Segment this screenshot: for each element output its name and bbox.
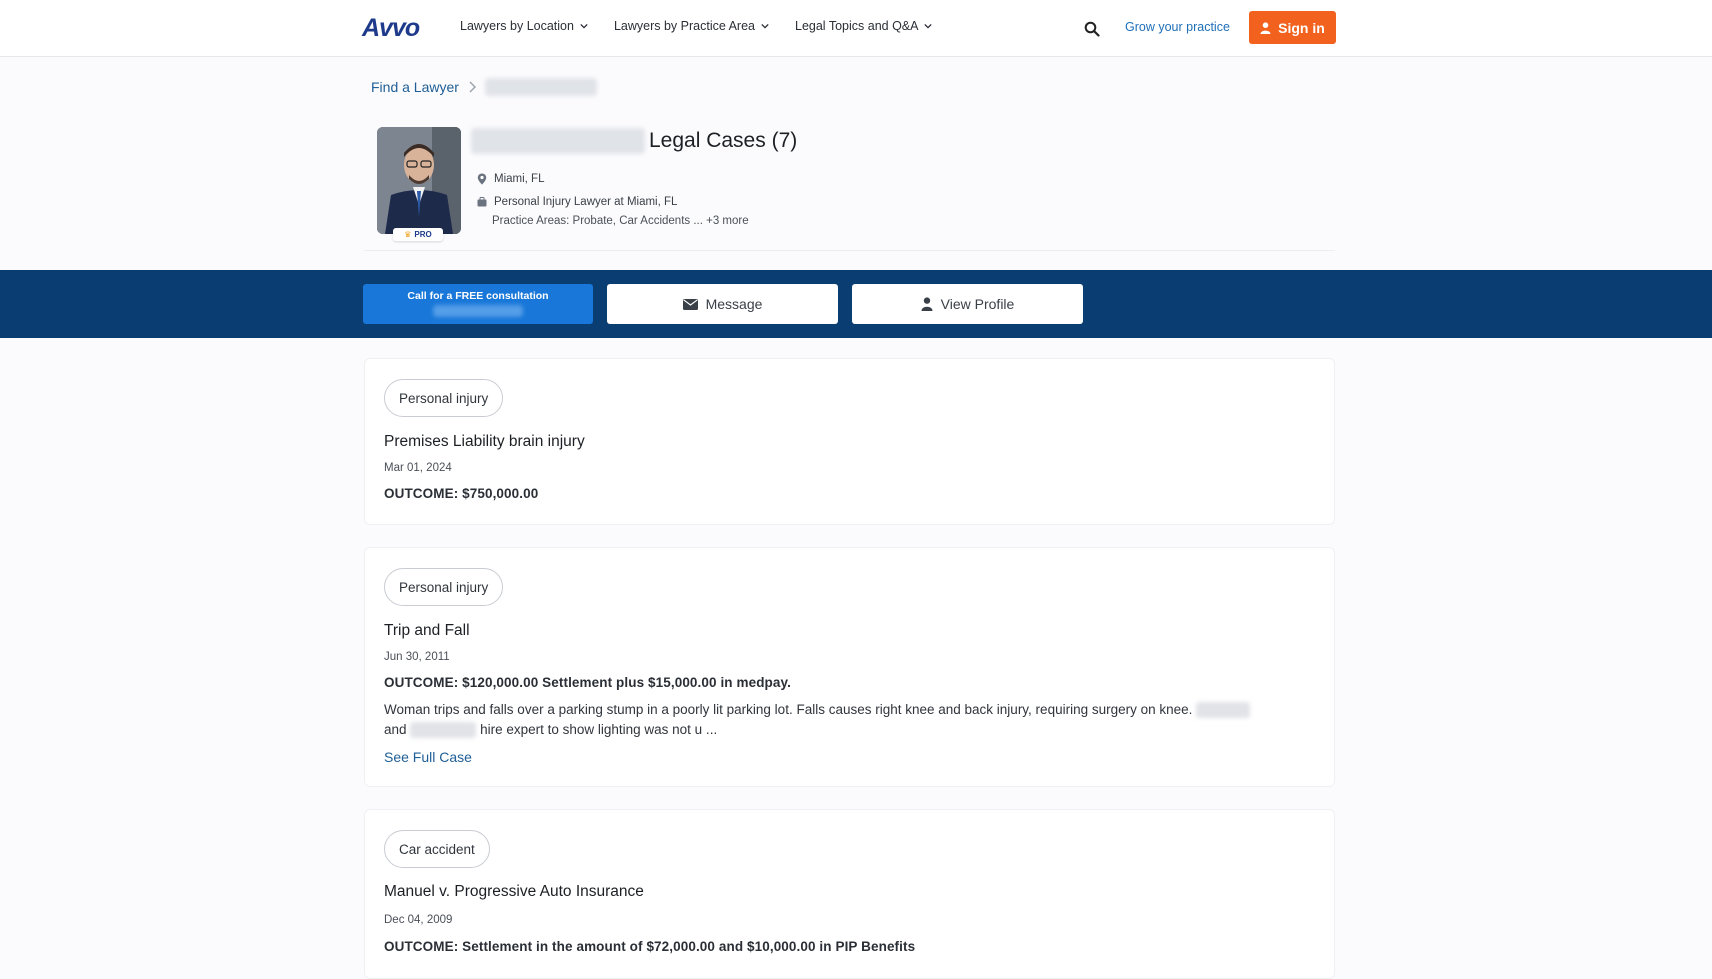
- menu-lawyers-by-location[interactable]: Lawyers by Location: [460, 19, 588, 33]
- view-profile-label: View Profile: [940, 296, 1015, 312]
- location-text: Miami, FL: [494, 173, 545, 185]
- chevron-right-icon: [469, 81, 476, 93]
- case-description-text: and: [384, 722, 407, 737]
- lawyer-profile-header: ♛ PRO Legal Cases (7) Miami, FL Personal…: [364, 111, 1335, 251]
- breadcrumb: Find a Lawyer: [371, 78, 597, 96]
- case-outcome: OUTCOME: $120,000.00 Settlement plus $15…: [384, 675, 791, 690]
- case-description-text: Woman trips and falls over a parking stu…: [384, 702, 1193, 717]
- case-title: Premises Liability brain injury: [384, 433, 585, 450]
- menu-label: Legal Topics and Q&A: [795, 19, 919, 33]
- sign-in-button[interactable]: Sign in: [1249, 11, 1336, 44]
- case-practice-tag: Car accident: [384, 830, 490, 868]
- chevron-down-icon: [580, 23, 588, 29]
- view-profile-button[interactable]: View Profile: [852, 284, 1083, 324]
- breadcrumb-find-a-lawyer[interactable]: Find a Lawyer: [371, 79, 459, 95]
- call-free-consultation-button[interactable]: Call for a FREE consultation: [363, 284, 593, 324]
- lawyer-name-redacted: [471, 128, 645, 154]
- phone-number-redacted: [433, 305, 523, 317]
- pro-badge: ♛ PRO: [393, 228, 443, 241]
- briefcase-icon: [477, 197, 487, 207]
- case-title: Trip and Fall: [384, 622, 470, 639]
- see-full-case-link[interactable]: See Full Case: [384, 749, 472, 765]
- case-date: Jun 30, 2011: [384, 651, 450, 663]
- headline-line: Personal Injury Lawyer at Miami, FL: [477, 196, 677, 208]
- menu-lawyers-by-practice-area[interactable]: Lawyers by Practice Area: [614, 19, 769, 33]
- lawyer-photo: [377, 127, 461, 234]
- message-button[interactable]: Message: [607, 284, 838, 324]
- user-icon: [921, 297, 933, 311]
- call-button-label: Call for a FREE consultation: [407, 290, 549, 302]
- breadcrumb-lawyer-name-redacted[interactable]: [484, 78, 597, 96]
- case-card: Personal injury Premises Liability brain…: [364, 358, 1335, 525]
- contact-action-bar: Call for a FREE consultation Message Vie…: [0, 270, 1712, 338]
- avatar: [377, 127, 461, 234]
- case-outcome: OUTCOME: Settlement in the amount of $72…: [384, 939, 916, 954]
- case-date: Mar 01, 2024: [384, 462, 452, 474]
- menu-label: Lawyers by Location: [460, 19, 574, 33]
- user-icon: [1260, 21, 1271, 34]
- case-card: Car accident Manuel v. Progressive Auto …: [364, 809, 1335, 979]
- top-nav: Avvo Lawyers by Location Lawyers by Prac…: [0, 0, 1712, 57]
- case-card: Personal injury Trip and Fall Jun 30, 20…: [364, 547, 1335, 787]
- case-practice-tag: Personal injury: [384, 379, 504, 417]
- case-date: Dec 04, 2009: [384, 914, 453, 926]
- redacted-name: [1196, 702, 1251, 719]
- envelope-icon: [682, 298, 698, 310]
- menu-legal-topics[interactable]: Legal Topics and Q&A: [795, 19, 933, 33]
- sign-in-label: Sign in: [1278, 19, 1325, 36]
- page-title: Legal Cases (7): [649, 129, 798, 152]
- main-menu: Lawyers by Location Lawyers by Practice …: [460, 19, 933, 33]
- location-pin-icon: [477, 173, 487, 185]
- practice-areas-text[interactable]: Practice Areas: Probate, Car Accidents .…: [492, 215, 749, 227]
- case-description-text: hire expert to show lighting was not u .…: [480, 722, 718, 737]
- menu-label: Lawyers by Practice Area: [613, 19, 755, 33]
- case-description: Woman trips and falls over a parking stu…: [384, 700, 1314, 740]
- grow-your-practice-link[interactable]: Grow your practice: [1125, 20, 1230, 34]
- page-title-row: Legal Cases (7): [471, 128, 797, 154]
- redacted-name: [410, 722, 477, 739]
- chevron-down-icon: [761, 23, 769, 29]
- headline-text: Personal Injury Lawyer at Miami, FL: [494, 196, 678, 208]
- chevron-down-icon: [924, 23, 933, 29]
- pro-badge-label: PRO: [414, 230, 432, 239]
- location-line: Miami, FL: [477, 173, 544, 185]
- crown-icon: ♛: [404, 230, 412, 239]
- case-outcome: OUTCOME: $750,000.00: [384, 486, 539, 501]
- search-icon[interactable]: [1084, 21, 1100, 37]
- avvo-logo[interactable]: Avvo: [362, 14, 420, 43]
- message-label: Message: [705, 296, 763, 312]
- case-title: Manuel v. Progressive Auto Insurance: [384, 883, 644, 900]
- case-practice-tag: Personal injury: [384, 568, 504, 606]
